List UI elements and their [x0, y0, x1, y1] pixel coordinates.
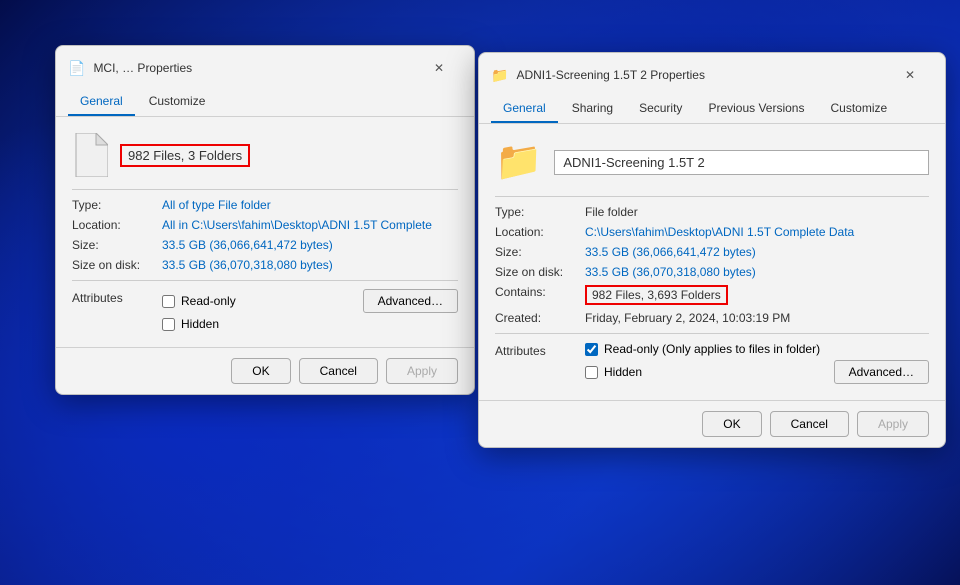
dialog2-created-label: Created:	[495, 311, 585, 325]
dialog2-readonly-checkbox[interactable]	[585, 343, 598, 356]
dialog2-readonly-label: Read-only (Only applies to files in fold…	[604, 342, 820, 356]
dialog1-attributes-label: Attributes	[72, 289, 162, 331]
dialog1-size-row: Size: 33.5 GB (36,066,641,472 bytes)	[72, 238, 458, 252]
dialog2-hidden-row: Hidden	[585, 365, 642, 379]
dialog1-attr-controls: Read-only Advanced… Hidden	[162, 289, 458, 331]
dialog1-apply-button[interactable]: Apply	[386, 358, 458, 384]
dialog2-tab-customize[interactable]: Customize	[818, 95, 899, 123]
dialog2-content: 📁 ADNI1-Screening 1.5T 2 Type: File fold…	[479, 124, 945, 400]
dialog1-type-value: All of type File folder	[162, 198, 271, 212]
dialog1-cancel-button[interactable]: Cancel	[299, 358, 378, 384]
dialog2-cancel-button[interactable]: Cancel	[770, 411, 849, 437]
dialog1-hidden-row: Hidden	[162, 317, 458, 331]
dialog2-size-row: Size: 33.5 GB (36,066,641,472 bytes)	[495, 245, 929, 259]
dialog2-tab-security[interactable]: Security	[627, 95, 694, 123]
dialog1-hidden-checkbox[interactable]	[162, 318, 175, 331]
dialog2-header-row: 📁 ADNI1-Screening 1.5T 2	[495, 140, 929, 184]
dialog1-location-label: Location:	[72, 218, 162, 232]
dialog-adni-properties: 📁 ADNI1-Screening 1.5T 2 Properties ✕ Ge…	[478, 52, 946, 448]
dialog2-advanced-button[interactable]: Advanced…	[834, 360, 929, 384]
dialog1-type-label: Type:	[72, 198, 162, 212]
dialog2-size-label: Size:	[495, 245, 585, 259]
dialog2-sizeondisk-label: Size on disk:	[495, 265, 585, 279]
dialog1-sizeondisk-value: 33.5 GB (36,070,318,080 bytes)	[162, 258, 333, 272]
dialog2-location-label: Location:	[495, 225, 585, 239]
dialog1-file-count-highlighted: 982 Files, 3 Folders	[120, 144, 250, 167]
dialog2-tab-bar: General Sharing Security Previous Versio…	[479, 95, 945, 124]
dialog2-folder-icon: 📁	[495, 140, 542, 184]
dialog2-contains-highlighted: 982 Files, 3,693 Folders	[585, 285, 728, 305]
dialog1-header-row: 982 Files, 3 Folders	[72, 133, 458, 177]
dialog2-created-value: Friday, February 2, 2024, 10:03:19 PM	[585, 311, 790, 325]
dialog2-type-value: File folder	[585, 205, 638, 219]
dialog2-created-row: Created: Friday, February 2, 2024, 10:03…	[495, 311, 929, 325]
dialog1-size-label: Size:	[72, 238, 162, 252]
dialog1-tab-customize[interactable]: Customize	[137, 88, 218, 116]
dialog1-content: 982 Files, 3 Folders Type: All of type F…	[56, 117, 474, 347]
dialog2-hidden-checkbox[interactable]	[585, 366, 598, 379]
dialog1-footer: OK Cancel Apply	[56, 347, 474, 394]
dialog-mci-properties: 📄 MCI, … Properties ✕ General Customize …	[55, 45, 475, 395]
dialog1-size-value: 33.5 GB (36,066,641,472 bytes)	[162, 238, 333, 252]
dialog2-tab-general[interactable]: General	[491, 95, 558, 123]
dialog1-hidden-label: Hidden	[181, 317, 219, 331]
dialog2-hidden-label: Hidden	[604, 365, 642, 379]
dialog2-attr-controls: Read-only (Only applies to files in fold…	[585, 342, 929, 384]
dialog1-readonly-label: Read-only	[181, 294, 236, 308]
dialog1-location-value: All in C:\Users\fahim\Desktop\ADNI 1.5T …	[162, 218, 432, 232]
dialog1-sizeondisk-row: Size on disk: 33.5 GB (36,070,318,080 by…	[72, 258, 458, 272]
dialog1-advanced-button[interactable]: Advanced…	[363, 289, 458, 313]
dialog1-tab-bar: General Customize	[56, 88, 474, 117]
dialog1-ok-button[interactable]: OK	[231, 358, 290, 384]
dialog2-readonly-row: Read-only (Only applies to files in fold…	[585, 342, 929, 356]
dialog2-titlebar: 📁 ADNI1-Screening 1.5T 2 Properties ✕	[479, 53, 945, 95]
dialog1-readonly-checkbox[interactable]	[162, 295, 175, 308]
dialog2-attributes-section: Attributes Read-only (Only applies to fi…	[495, 342, 929, 384]
dialog2-location-value: C:\Users\fahim\Desktop\ADNI 1.5T Complet…	[585, 225, 854, 239]
dialog2-apply-button[interactable]: Apply	[857, 411, 929, 437]
dialog2-attributes-label: Attributes	[495, 342, 585, 384]
dialog1-location-row: Location: All in C:\Users\fahim\Desktop\…	[72, 218, 458, 232]
dialog2-folder-name[interactable]: ADNI1-Screening 1.5T 2	[554, 150, 929, 175]
dialog2-contains-label: Contains:	[495, 285, 585, 299]
dialog2-contains-row: Contains: 982 Files, 3,693 Folders	[495, 285, 929, 305]
dialog2-close-button[interactable]: ✕	[887, 61, 933, 89]
dialog2-tab-previous-versions[interactable]: Previous Versions	[696, 95, 816, 123]
dialog1-titlebar: 📄 MCI, … Properties ✕	[56, 46, 474, 88]
dialog2-ok-button[interactable]: OK	[702, 411, 761, 437]
dialog2-title: ADNI1-Screening 1.5T 2 Properties	[516, 68, 879, 82]
dialog1-readonly-row: Read-only Advanced…	[162, 289, 458, 313]
dialog1-tab-general[interactable]: General	[68, 88, 135, 116]
dialog1-attributes-section: Attributes Read-only Advanced… Hidden	[72, 289, 458, 331]
dialog1-sizeondisk-label: Size on disk:	[72, 258, 162, 272]
dialog2-size-value: 33.5 GB (36,066,641,472 bytes)	[585, 245, 756, 259]
dialog2-footer: OK Cancel Apply	[479, 400, 945, 447]
dialog2-location-row: Location: C:\Users\fahim\Desktop\ADNI 1.…	[495, 225, 929, 239]
dialog2-type-row: Type: File folder	[495, 205, 929, 219]
dialog1-title-icon: 📄	[68, 60, 85, 77]
file-icon	[72, 133, 108, 177]
dialog2-sizeondisk-row: Size on disk: 33.5 GB (36,070,318,080 by…	[495, 265, 929, 279]
dialog2-sizeondisk-value: 33.5 GB (36,070,318,080 bytes)	[585, 265, 756, 279]
dialog1-type-row: Type: All of type File folder	[72, 198, 458, 212]
dialog2-type-label: Type:	[495, 205, 585, 219]
dialog2-tab-sharing[interactable]: Sharing	[560, 95, 625, 123]
dialog1-close-button[interactable]: ✕	[416, 54, 462, 82]
dialog1-title: MCI, … Properties	[93, 61, 408, 75]
dialog2-title-icon: 📁	[491, 67, 508, 84]
